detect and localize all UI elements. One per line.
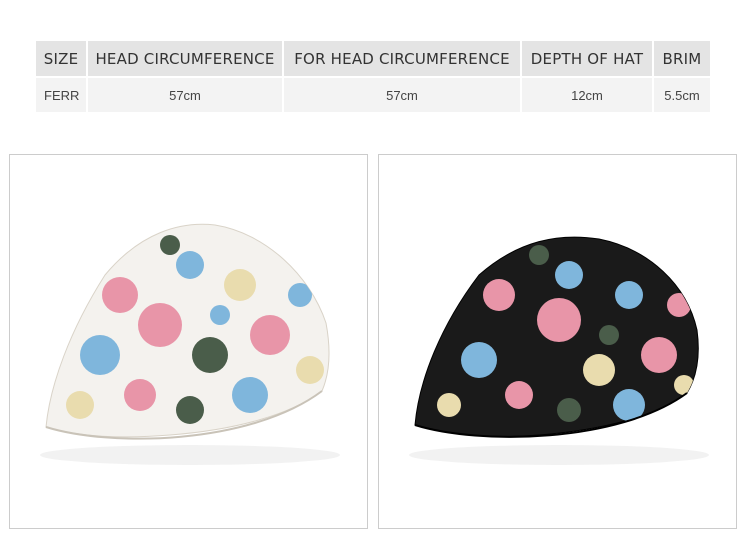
cell-depth-of-hat-value: 12cm	[522, 78, 652, 112]
cell-head-circumference-value: 57cm	[88, 78, 282, 112]
size-chart-table: SIZE HEAD CIRCUMFERENCE FOR HEAD CIRCUMF…	[34, 41, 712, 112]
product-photo-black-cap	[378, 154, 737, 529]
size-chart-row: FERR 57cm 57cm 12cm 5.5cm	[36, 78, 710, 112]
cell-brim-value: 5.5cm	[654, 78, 710, 112]
header-depth-of-hat: DEPTH OF HAT	[522, 41, 652, 78]
header-head-circumference: HEAD CIRCUMFERENCE	[88, 41, 282, 78]
size-chart-header-row: SIZE HEAD CIRCUMFERENCE FOR HEAD CIRCUMF…	[36, 41, 710, 78]
black-floral-cap-image	[409, 236, 709, 465]
product-photo-white-cap	[9, 154, 368, 529]
cell-size-value: FERR	[36, 78, 86, 112]
white-floral-cap-image	[40, 223, 340, 465]
header-size: SIZE	[36, 41, 86, 78]
header-brim: BRIM	[654, 41, 710, 78]
cell-for-head-circumference-value: 57cm	[284, 78, 520, 112]
header-for-head-circumference: FOR HEAD CIRCUMFERENCE	[284, 41, 520, 78]
